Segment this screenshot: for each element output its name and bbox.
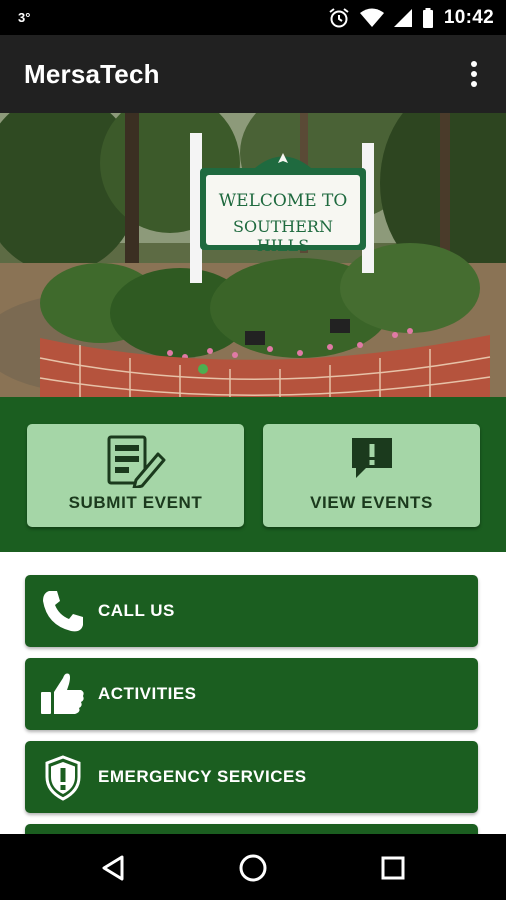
sign-line-1: WELCOME TO [218,191,348,211]
activities-label: ACTIVITIES [98,684,197,703]
signal-icon [393,9,412,27]
hero-image: WELCOME TO SOUTHERN HILLS [0,113,506,397]
emergency-services-label: EMERGENCY SERVICES [98,767,307,786]
chat-alert-icon [348,434,396,485]
app-bar: MersaTech [0,35,506,113]
view-events-label: VIEW EVENTS [310,493,433,512]
overflow-menu-icon[interactable] [460,57,488,91]
alarm-icon [329,8,349,28]
thumbs-up-icon [39,670,87,718]
activities-button[interactable]: ACTIVITIES [25,658,478,730]
submit-event-label: SUBMIT EVENT [68,493,203,512]
menu-list: CALL US ACTIVITIES EMERGENCY SERVICES [0,552,506,834]
call-us-button[interactable]: CALL US [25,575,478,647]
back-icon[interactable] [94,848,134,888]
call-us-label: CALL US [98,601,175,620]
form-edit-icon [106,434,166,493]
recents-icon[interactable] [373,848,413,888]
sign-line-2: SOUTHERN HILLS [233,217,333,255]
status-icons: 10:42 [328,6,494,30]
screen: 3° 10:42 MersaTech WELCOME TO SOUTHERN H… [0,0,506,900]
carousel-dot [198,364,208,374]
navigation-bar [0,834,506,900]
phone-icon [39,587,87,635]
view-events-button[interactable]: VIEW EVENTS [263,424,480,527]
app-title: MersaTech [24,59,160,89]
action-panel: SUBMIT EVENT VIEW EVENTS [0,397,506,552]
emergency-services-button[interactable]: EMERGENCY SERVICES [25,741,478,813]
home-icon[interactable] [233,848,273,888]
status-bar: 3° 10:42 [0,0,506,35]
wifi-icon [359,8,384,27]
status-left-text: 3° [18,10,31,25]
battery-icon [422,8,433,28]
submit-event-button[interactable]: SUBMIT EVENT [27,424,244,527]
status-time: 10:42 [443,7,494,28]
list-item-partial[interactable] [25,824,478,834]
shield-icon [39,753,87,801]
